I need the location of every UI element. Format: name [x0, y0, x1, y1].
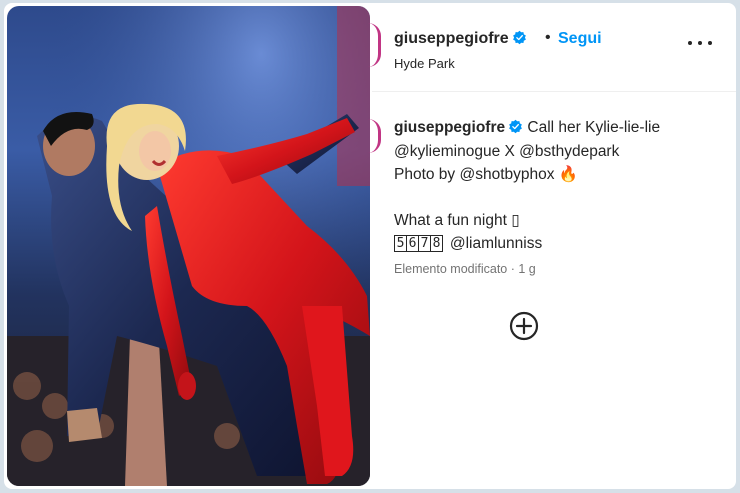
caption-username[interactable]: giuseppegiofre [394, 119, 505, 136]
more-options-icon[interactable] [688, 35, 712, 51]
mention-kylieminogue[interactable]: @kylieminogue [394, 143, 500, 160]
caption-fun-night: What a fun night [394, 211, 507, 229]
follow-button[interactable]: Segui [558, 30, 602, 48]
author-username[interactable]: giuseppegiofre [394, 30, 527, 48]
author-username-text[interactable]: giuseppegiofre [394, 30, 509, 47]
keycap-emojis: 5678 [394, 235, 450, 252]
fire-emoji: 🔥 [558, 166, 579, 183]
verified-badge-icon [509, 119, 522, 134]
mention-bsthydepark[interactable]: @bsthydepark [519, 143, 619, 160]
caption-joiner: X [504, 142, 515, 160]
unsupported-emoji: ▯ [511, 211, 520, 229]
caption-line-5: What a fun night ▯ [394, 209, 734, 233]
post-card: giuseppegiofre • Segui Hyde Park giusepp… [4, 3, 736, 489]
post-photo[interactable] [7, 6, 370, 486]
caption-photo-by: Photo by [394, 166, 456, 183]
edited-timestamp: Elemento modificato · 1 g [394, 262, 536, 276]
add-comment-icon[interactable] [509, 311, 539, 341]
performers-illustration [7, 6, 370, 486]
caption: giuseppegiofre Call her Kylie-lie-lie @k… [394, 116, 734, 257]
keycap-digits: 5678 [394, 235, 443, 252]
caption-line-6: 5678 @liamlunniss [394, 232, 734, 257]
separator-dot: • [545, 29, 551, 46]
caption-line-3: Photo by @shotbyphox 🔥 [394, 163, 734, 187]
keycap-digit: 8 [430, 235, 443, 252]
avatar[interactable] [368, 23, 381, 67]
post-header: giuseppegiofre • Segui Hyde Park [372, 3, 736, 92]
mention-shotbyphox[interactable]: @shotbyphox [460, 166, 555, 183]
mention-liamlunniss[interactable]: @liamlunniss [450, 235, 542, 252]
caption-line-1: giuseppegiofre Call her Kylie-lie-lie [394, 116, 734, 140]
verified-badge-icon [512, 30, 526, 45]
caption-line-2: @kylieminogue X @bsthydepark [394, 140, 734, 164]
location-link[interactable]: Hyde Park [394, 56, 455, 71]
caption-avatar[interactable] [368, 119, 381, 153]
caption-text: Call her Kylie-lie-lie [527, 119, 661, 136]
